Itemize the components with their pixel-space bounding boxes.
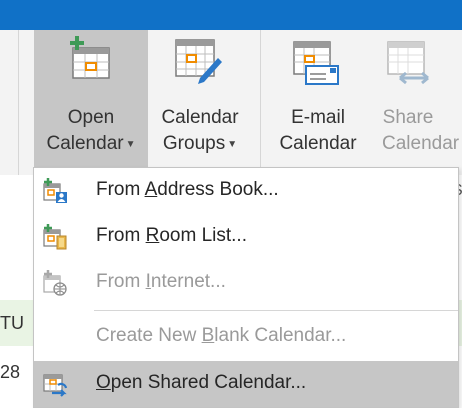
open-calendar-label-line2: Calendar ▼ xyxy=(46,133,136,154)
menu-item-label: From Internet... xyxy=(96,271,226,292)
menu-item-label: Create New Blank Calendar... xyxy=(96,325,347,346)
open-calendar-icon xyxy=(70,36,110,79)
open-calendar-label-line1: Open xyxy=(67,107,115,128)
email-calendar-label-line1: E-mail xyxy=(291,107,345,128)
background-day-label: TU xyxy=(0,313,24,333)
ribbon: Open Calendar ▼ Calendar Groups ▼ E-mail… xyxy=(0,30,462,199)
background-date-label: 28 xyxy=(0,362,21,382)
open-calendar-button[interactable]: Open Calendar ▼ xyxy=(34,30,148,167)
internet-calendar-icon xyxy=(43,270,67,296)
title-bar xyxy=(0,0,462,30)
ribbon-divider xyxy=(260,30,261,175)
share-calendar-label-line1: Share xyxy=(382,107,434,128)
ribbon-divider xyxy=(18,30,19,175)
calendar-groups-label-line1: Calendar xyxy=(161,107,239,128)
share-calendar-icon xyxy=(387,41,429,85)
calendar-groups-button[interactable]: Calendar Groups ▼ xyxy=(150,30,250,167)
menu-item-from-internet[interactable]: From Internet... xyxy=(34,260,458,306)
dropdown-arrow-icon: ▼ xyxy=(125,139,136,150)
room-list-icon xyxy=(43,224,67,250)
menu-item-label: From Address Book... xyxy=(96,179,279,200)
shared-calendar-icon xyxy=(43,374,68,397)
email-calendar-button[interactable]: E-mail Calendar xyxy=(270,30,366,167)
menu-item-from-room-list[interactable]: From Room List... xyxy=(34,214,458,260)
dropdown-arrow-icon: ▼ xyxy=(227,139,238,150)
open-calendar-menu: From Address Book... From Room List... F… xyxy=(33,167,459,408)
address-book-icon xyxy=(43,178,67,203)
menu-item-from-address-book[interactable]: From Address Book... xyxy=(34,168,458,214)
calendar-groups-label-line2: Groups ▼ xyxy=(162,133,238,154)
menu-separator xyxy=(94,310,458,311)
share-calendar-label-line2: Calendar xyxy=(382,133,460,154)
menu-item-label: From Room List... xyxy=(96,225,247,246)
email-calendar-label-line2: Calendar xyxy=(279,133,357,154)
calendar-groups-icon xyxy=(175,39,222,84)
menu-item-create-new-blank-calendar[interactable]: Create New Blank Calendar... xyxy=(34,314,458,360)
share-calendar-button[interactable]: Share Calendar xyxy=(370,30,462,167)
menu-item-open-shared-calendar[interactable]: Open Shared Calendar... xyxy=(34,361,458,407)
email-calendar-icon xyxy=(293,41,339,85)
menu-item-label: Open Shared Calendar... xyxy=(96,372,307,393)
